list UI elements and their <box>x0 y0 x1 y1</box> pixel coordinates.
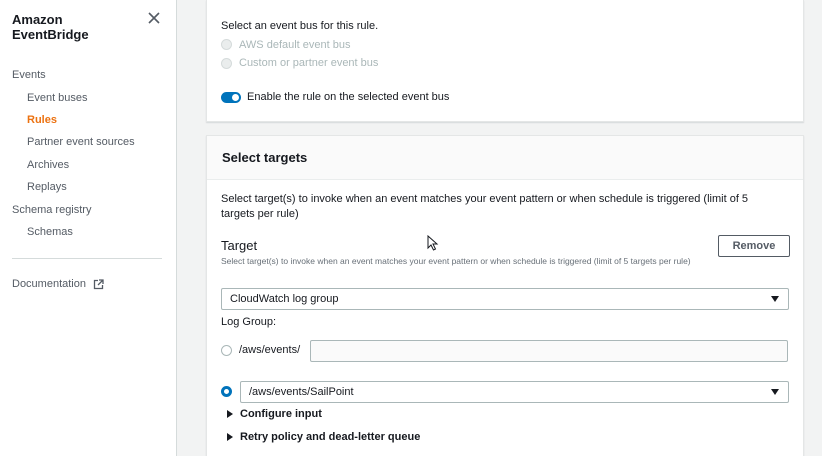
retry-policy-label: Retry policy and dead-letter queue <box>240 431 421 443</box>
chevron-down-icon <box>771 296 779 302</box>
configure-input-expander[interactable]: Configure input <box>227 408 322 420</box>
mouse-pointer-icon <box>427 235 439 251</box>
chevron-down-icon <box>771 389 779 395</box>
radio-existing-log-group[interactable] <box>221 386 232 397</box>
remove-button[interactable]: Remove <box>718 235 790 257</box>
sidebar-item-schema-registry[interactable]: Schema registry <box>12 204 91 216</box>
sidebar-item-event-buses[interactable]: Event buses <box>27 92 88 104</box>
radio-new-log-group[interactable] <box>221 345 232 356</box>
target-label: Target <box>221 238 258 253</box>
configure-input-label: Configure input <box>240 408 322 420</box>
new-log-group-input[interactable] <box>310 340 788 362</box>
toggle-knob <box>232 94 239 101</box>
caret-right-icon <box>227 433 233 441</box>
documentation-link[interactable]: Documentation <box>12 278 104 290</box>
sidebar-item-archives[interactable]: Archives <box>27 159 69 171</box>
enable-rule-toggle[interactable] <box>221 92 241 103</box>
sidebar: Amazon EventBridge Events Event buses Ru… <box>0 0 177 456</box>
target-type-value: CloudWatch log group <box>230 293 339 305</box>
event-bus-panel: Select an event bus for this rule. AWS d… <box>206 0 804 122</box>
documentation-label: Documentation <box>12 278 86 290</box>
radio-custom-partner-event-bus[interactable] <box>221 58 232 69</box>
sidebar-item-partner-event-sources[interactable]: Partner event sources <box>27 136 135 148</box>
existing-log-group-value: /aws/events/SailPoint <box>249 386 354 398</box>
target-hint: Select target(s) to invoke when an event… <box>221 256 691 266</box>
targets-description: Select target(s) to invoke when an event… <box>221 193 749 220</box>
target-type-select[interactable]: CloudWatch log group <box>221 288 789 310</box>
main-content: Select an event bus for this rule. AWS d… <box>178 0 822 456</box>
retry-policy-expander[interactable]: Retry policy and dead-letter queue <box>227 431 420 443</box>
radio-aws-default-event-bus[interactable] <box>221 39 232 50</box>
external-link-icon <box>93 278 104 289</box>
existing-log-group-select[interactable]: /aws/events/SailPoint <box>240 381 789 403</box>
brand-title: Amazon EventBridge <box>12 12 89 42</box>
brand-line-2: EventBridge <box>12 27 89 42</box>
brand-line-1: Amazon <box>12 12 63 27</box>
section-title: Select targets <box>222 150 308 165</box>
sidebar-item-events[interactable]: Events <box>12 69 46 81</box>
close-icon[interactable] <box>147 11 161 25</box>
select-targets-panel: Select targets Select target(s) to invok… <box>206 135 804 456</box>
select-targets-header: Select targets <box>207 136 803 180</box>
sidebar-divider <box>12 258 162 259</box>
sidebar-item-replays[interactable]: Replays <box>27 181 67 193</box>
sidebar-item-rules[interactable]: Rules <box>27 114 57 126</box>
new-log-group-prefix: /aws/events/ <box>239 344 301 356</box>
custom-partner-event-bus-label: Custom or partner event bus <box>239 57 379 69</box>
sidebar-item-schemas[interactable]: Schemas <box>27 226 73 238</box>
log-group-label: Log Group: <box>221 316 277 328</box>
enable-rule-label: Enable the rule on the selected event bu… <box>247 91 450 103</box>
aws-default-event-bus-label: AWS default event bus <box>239 39 351 51</box>
event-bus-prompt: Select an event bus for this rule. <box>221 20 379 32</box>
caret-right-icon <box>227 410 233 418</box>
